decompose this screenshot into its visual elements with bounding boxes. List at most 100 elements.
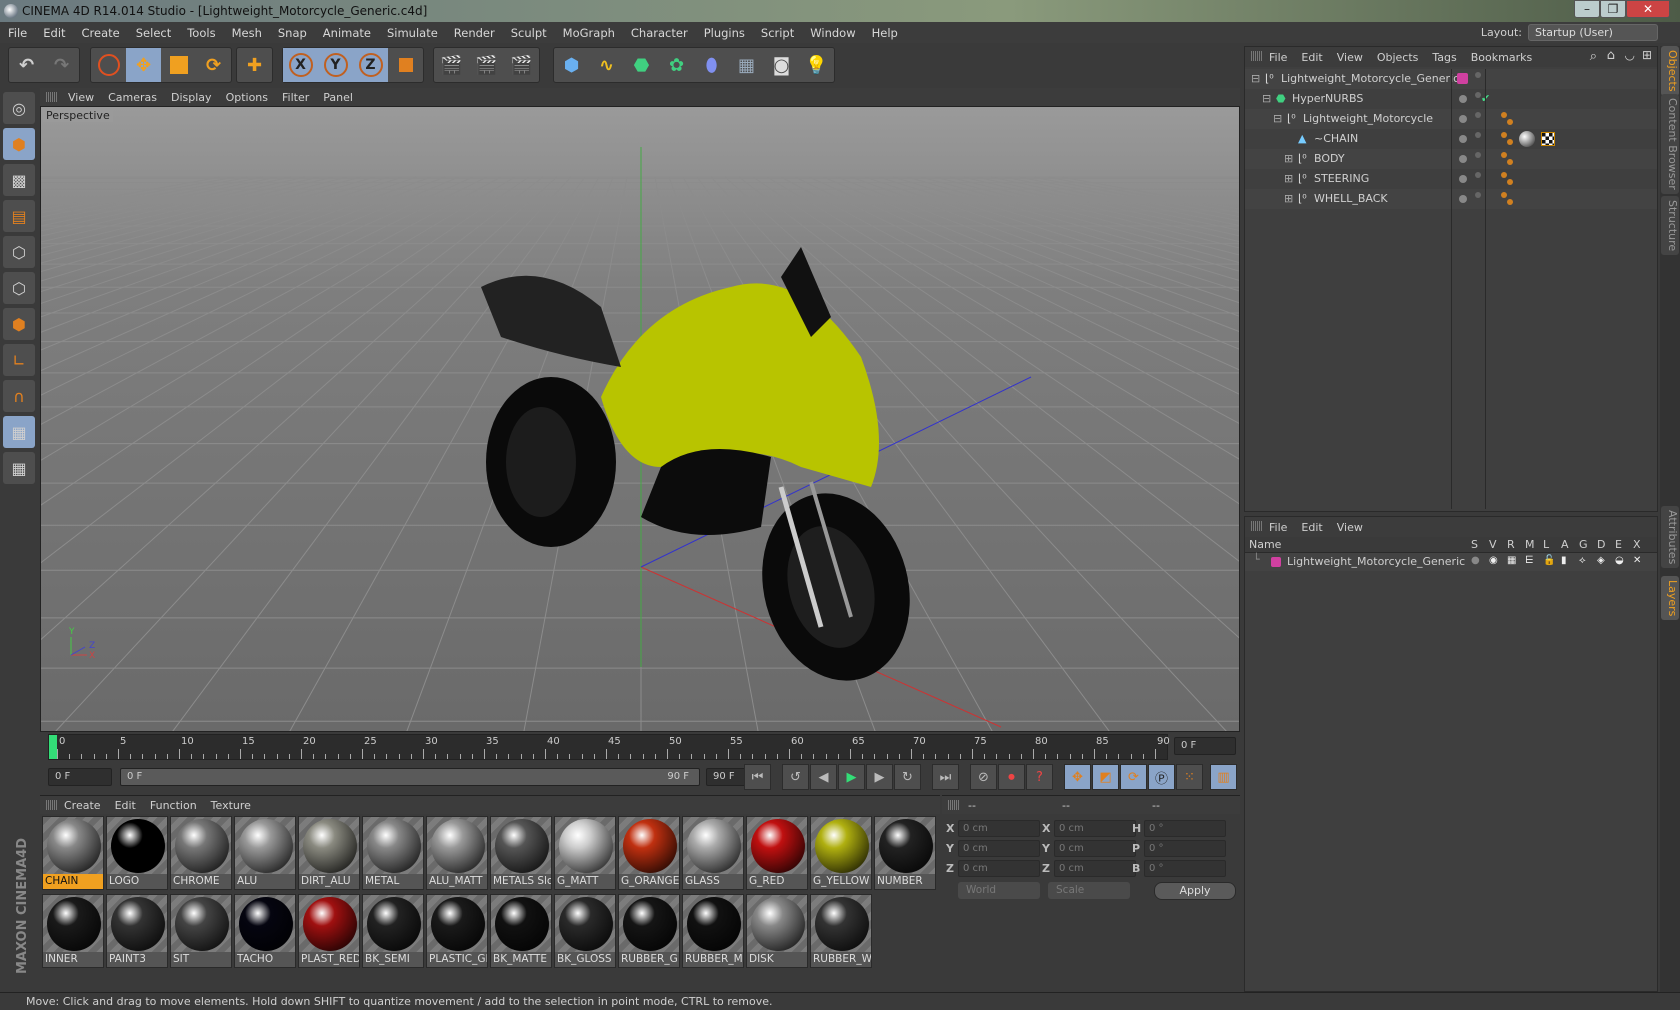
material-swatch[interactable]: BK_MATTE [490,894,552,968]
perspective-viewport[interactable]: Perspective Y Z X [40,106,1240,732]
autokey-button[interactable]: ? [1026,764,1053,790]
x-axis-lock-button[interactable]: X [283,48,318,82]
phong-tag-icon[interactable] [1501,172,1507,178]
menu-create[interactable]: Create [74,26,128,40]
play-button[interactable]: ▶ [838,764,865,790]
object-menu-objects[interactable]: Objects [1377,51,1419,64]
object-menu-edit[interactable]: Edit [1301,51,1322,64]
material-swatch[interactable]: ALU_MATT [426,816,488,890]
layer-column-d[interactable]: D [1597,538,1605,551]
material-swatch[interactable]: PAINT3 [106,894,168,968]
timeline-window-button[interactable]: ▥ [1210,764,1237,790]
visibility-dot[interactable] [1459,155,1467,163]
generators-icon[interactable]: ⟡ [1579,555,1586,566]
coordinate-system-button[interactable] [388,48,423,82]
menu-help[interactable]: Help [864,26,906,40]
side-tab-layers[interactable]: Layers [1661,576,1679,621]
expand-toggle[interactable]: ⊞ [1284,149,1293,169]
timeline-ruler[interactable]: 0 5 10 15 20 25 30 35 40 45 50 55 60 65 70 75 80 85 90 [48,734,1170,760]
layer-column-s[interactable]: S [1471,538,1478,551]
render-dot[interactable] [1475,132,1481,138]
layout-dropdown[interactable]: Startup (User) [1528,24,1658,41]
material-swatch[interactable]: RUBBER_M [682,894,744,968]
menu-sculpt[interactable]: Sculpt [503,26,555,40]
object-menu-bookmarks[interactable]: Bookmarks [1471,51,1532,64]
layer-column-r[interactable]: R [1507,538,1515,551]
size-z-field[interactable]: 0 cm [1054,860,1136,877]
material-swatch[interactable]: TACHO [234,894,296,968]
expand-toggle[interactable]: ⊟ [1262,89,1271,109]
snap-button[interactable]: ∩ [3,380,35,412]
name-column[interactable]: Name [1249,538,1281,551]
playhead[interactable] [49,735,57,759]
live-selection-button[interactable] [91,48,126,82]
menu-snap[interactable]: Snap [270,26,315,40]
layer-name[interactable]: Lightweight_Motorcycle_Generic [1287,555,1465,568]
key-rotation-button[interactable]: ⟳ [1120,764,1147,790]
size-x-field[interactable]: 0 cm [1054,820,1136,837]
viewport-menu-view[interactable]: View [68,91,94,104]
material-swatch[interactable]: RUBBER_G [618,894,680,968]
search-icon[interactable]: ⌕ [1590,49,1597,64]
menu-file[interactable]: File [0,26,35,40]
motion-path-button[interactable]: ⊘ [970,764,997,790]
phong-tag-icon[interactable] [1501,112,1507,118]
viewport-menu-options[interactable]: Options [226,91,268,104]
material-swatch[interactable]: SIT [170,894,232,968]
visibility-dot[interactable] [1459,175,1467,183]
viewport-menu-filter[interactable]: Filter [282,91,309,104]
material-swatch[interactable]: PLAST_RED [298,894,360,968]
visibility-dot[interactable] [1459,115,1467,123]
render-dot[interactable] [1475,172,1481,178]
next-frame-button[interactable]: ▶ [866,764,893,790]
xref-icon[interactable]: ✕ [1633,555,1641,566]
lock-icon[interactable]: 🔓 [1543,555,1555,566]
model-mode-button[interactable]: ⬢ [3,128,35,160]
rot-b-field[interactable]: 0 ° [1144,860,1226,877]
rotate-tool-button[interactable]: ⟳ [196,48,231,82]
expand-toggle[interactable]: ⊟ [1273,109,1282,129]
apply-button[interactable]: Apply [1154,882,1236,900]
redo-button[interactable]: ↷ [44,48,79,82]
layer-menu-view[interactable]: View [1337,521,1363,534]
render-view-button[interactable]: 🎬 [434,48,469,82]
layer-color-swatch[interactable] [1271,557,1281,567]
material-swatch[interactable]: LOGO [106,816,168,890]
visibility-dot[interactable] [1459,195,1467,203]
eye-icon[interactable]: ◡ [1625,48,1635,62]
key-scale-button[interactable]: ◩ [1092,764,1119,790]
go-to-end-button[interactable]: ⏭ [932,764,959,790]
pos-y-field[interactable]: 0 cm [958,840,1040,857]
render-dot[interactable] [1475,72,1481,78]
key-position-button[interactable]: ✥ [1064,764,1091,790]
viewport-menu-display[interactable]: Display [171,91,212,104]
material-swatch[interactable]: DIRT_ALU [298,816,360,890]
lock-workplane-button[interactable]: ▦ [3,416,35,448]
y-axis-lock-button[interactable]: Y [318,48,353,82]
expand-toggle[interactable]: ⊟ [1251,69,1260,89]
key-parameter-button[interactable]: Ⓟ [1148,764,1175,790]
object-menu-view[interactable]: View [1337,51,1363,64]
layer-menu-edit[interactable]: Edit [1301,521,1322,534]
material-swatch[interactable]: G_ORANGE [618,816,680,890]
side-tab-structure[interactable]: Structure [1661,196,1679,256]
manager-icon[interactable]: ⋿ [1525,555,1534,566]
menu-window[interactable]: Window [802,26,863,40]
material-swatch[interactable]: G_YELLOW [810,816,872,890]
expand-toggle[interactable]: ⊞ [1284,169,1293,189]
menu-render[interactable]: Render [446,26,503,40]
points-mode-button[interactable]: ⬡ [3,236,35,268]
phong-tag-icon[interactable] [1501,192,1507,198]
render-dot[interactable] [1475,192,1481,198]
menu-tools[interactable]: Tools [179,26,223,40]
material-swatch[interactable]: RUBBER_W [810,894,872,968]
viewport-menu-cameras[interactable]: Cameras [108,91,157,104]
undo-button[interactable]: ↶ [9,48,44,82]
menu-mograph[interactable]: MoGraph [555,26,623,40]
material-menu-edit[interactable]: Edit [115,799,136,812]
viewport-menu-panel[interactable]: Panel [323,91,353,104]
phong-tag-icon[interactable] [1501,152,1507,158]
phong-tag-icon[interactable] [1501,132,1507,138]
pos-z-field[interactable]: 0 cm [958,860,1040,877]
start-frame-field[interactable]: 0 F [48,768,112,786]
